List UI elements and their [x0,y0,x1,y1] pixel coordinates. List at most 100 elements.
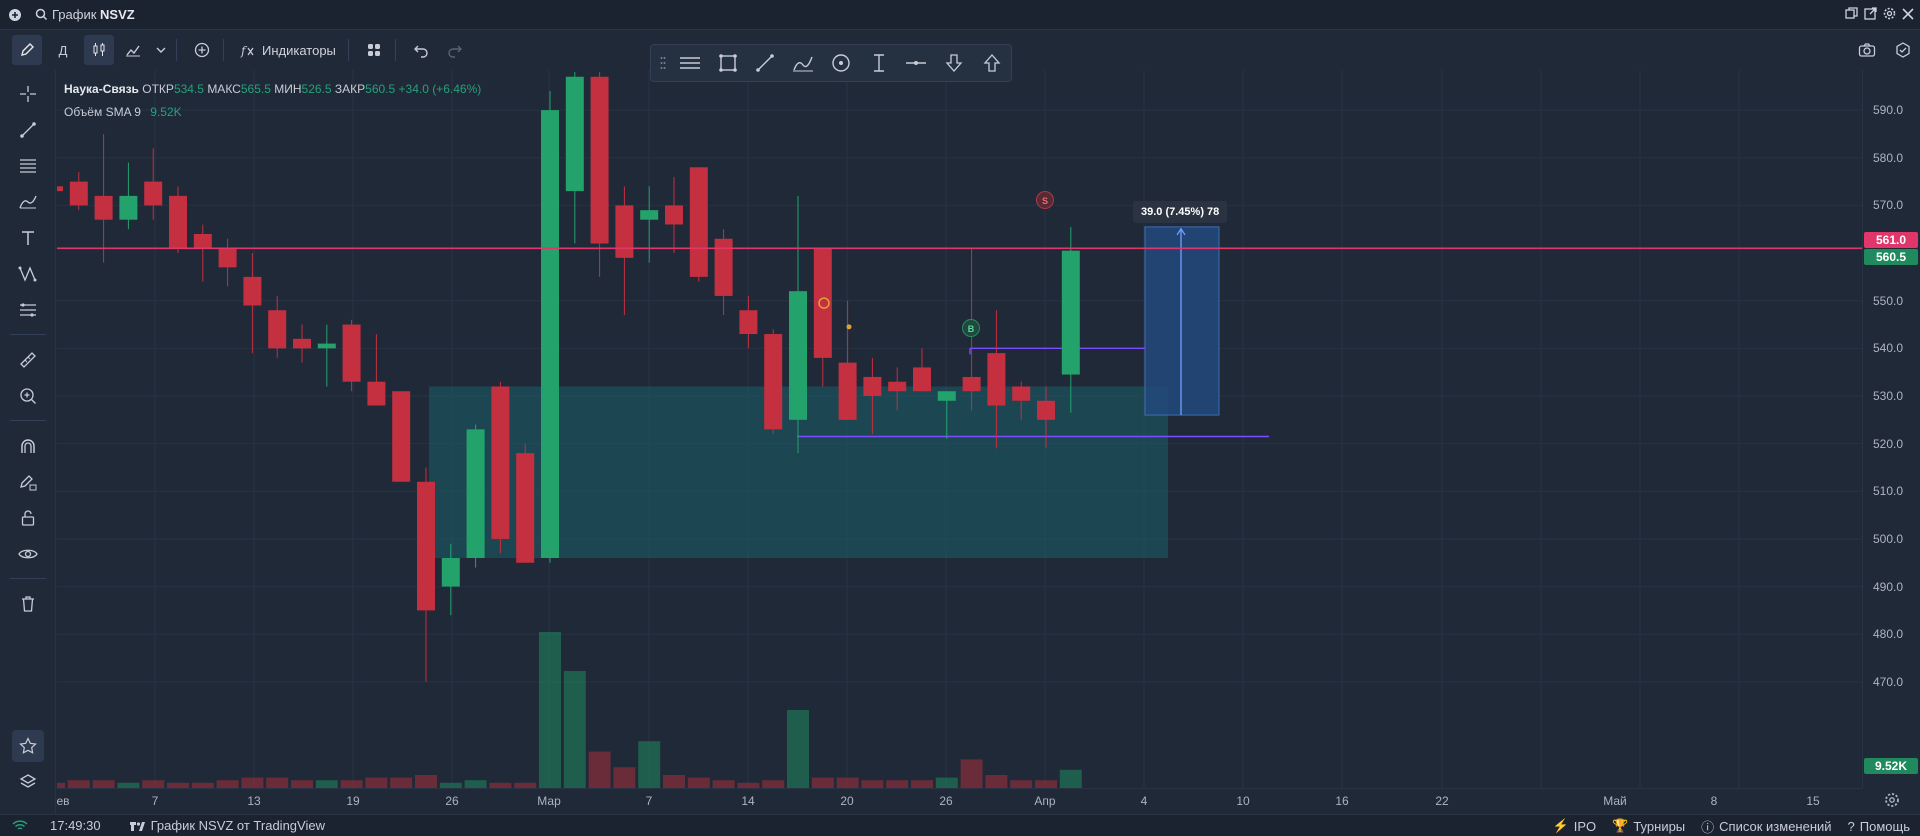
help-icon: ? [1847,818,1855,834]
volume-legend-row[interactable]: Объём SMA 9 9.52K [64,101,481,124]
popout-icon[interactable] [1864,7,1877,23]
candle-body [218,248,237,268]
zoom-in-icon[interactable] [12,380,44,412]
sell-marker[interactable]: S [1036,191,1054,209]
volume-bar [340,780,363,788]
restore-icon[interactable] [1845,7,1858,23]
alert-dot [846,324,852,330]
volume-bar [142,780,165,788]
volume-tag[interactable]: 9.52K [1864,758,1918,774]
toolbar-divider [223,39,224,61]
arrow-up-icon[interactable] [973,46,1011,80]
redo-icon[interactable] [440,35,470,65]
candle-body [1037,400,1055,420]
clock-time: 17:49:30 [50,818,101,833]
buy-marker[interactable]: B [962,319,980,337]
price-axis[interactable]: 590.0 580.0 570.0 550.0 540.0 530.0 520.0 510.0… [1862,70,1920,788]
time-axis-label: 10 [1236,794,1250,808]
time-axis-label: 8 [1710,794,1718,808]
add-tab-icon[interactable] [0,0,30,30]
candle-body [764,334,783,430]
price-axis-label: 580.0 [1873,150,1904,165]
time-axis-label: 16 [1335,794,1349,808]
title-symbol[interactable]: NSVZ [100,7,135,22]
volume-bar [539,632,561,788]
lock-drawing-icon[interactable] [12,466,44,498]
layers-icon[interactable] [12,766,44,798]
tradingview-credit[interactable]: График NSVZ от TradingView [151,818,325,833]
prediction-icon[interactable] [12,294,44,326]
rectangle-icon[interactable] [709,46,747,80]
trend-line-icon[interactable] [12,114,44,146]
undo-icon[interactable] [406,35,436,65]
time-axis[interactable]: ев 7 13 19 26 Мар 7 14 20 26 Апр 4 10 16 22 Май 8 15 [56,788,1862,814]
price-range-icon[interactable] [860,46,898,80]
fib-retracement-icon[interactable] [12,150,44,182]
compare-plus-icon[interactable] [187,35,217,65]
toolbar-divider [347,39,349,61]
volume-bar [1010,780,1033,788]
eye-icon[interactable] [12,538,44,570]
lock-icon[interactable] [12,502,44,534]
search-icon[interactable] [30,0,52,30]
indicators-button[interactable]: f Индикаторы [234,35,342,65]
symbol-name[interactable]: Наука-Связь [64,82,139,96]
ipo-label: IPO [1573,818,1597,834]
brush-icon[interactable] [12,186,44,218]
volume-bar [663,775,685,788]
price-line-tag[interactable]: 561.0 [1864,232,1918,249]
candle-body [937,391,956,401]
ipo-link[interactable]: ⚡ IPO [1553,818,1597,834]
time-axis-label: 19 [346,794,360,808]
drag-handle-icon[interactable] [655,46,671,80]
publish-icon[interactable] [1888,35,1918,65]
candle-body [491,386,510,539]
status-bar: 17:49:30 График NSVZ от TradingView ⚡ IPO… [0,814,1920,836]
interval-button[interactable]: Д [46,35,80,65]
pen-path-icon[interactable] [784,46,822,80]
time-axis-label: 15 [1806,794,1820,808]
tournaments-link[interactable]: 🏆 Турниры [1612,818,1685,834]
pattern-icon[interactable] [12,258,44,290]
target-icon[interactable] [822,46,860,80]
close-icon[interactable] [1902,7,1914,23]
volume-bar [712,780,735,788]
chart-svg[interactable] [57,70,1862,788]
candle-body [144,181,163,206]
layouts-grid-icon[interactable] [359,35,389,65]
horizontal-ray-icon[interactable] [898,46,936,80]
favorites-star-icon[interactable] [12,730,44,762]
volume-bar [92,780,115,788]
crosshair-icon[interactable] [12,78,44,110]
draw-mode-button[interactable] [12,35,42,65]
toolbar-divider [394,39,396,61]
changelog-link[interactable]: ⓘ Список изменений [1701,817,1831,836]
volume-bar [464,780,487,788]
arrow-down-icon[interactable] [935,46,973,80]
chart-pane[interactable] [57,70,1862,788]
last-price-tag[interactable]: 560.5 [1864,249,1918,266]
volume-label: Объём SMA 9 [64,105,141,119]
help-link[interactable]: ? Помощь [1848,819,1910,834]
tradingview-logo-icon[interactable] [129,820,145,832]
magnet-icon[interactable] [12,430,44,462]
volume-bar [415,775,437,788]
position-tool-label[interactable]: 39.0 (7.45%) 78 [1133,201,1228,223]
ruler-icon[interactable] [12,344,44,376]
chevron-down-icon[interactable] [152,35,170,65]
camera-icon[interactable] [1852,35,1882,65]
line-tool-icon[interactable] [746,46,784,80]
high-value: 565.5 [240,82,271,96]
trash-icon[interactable] [12,588,44,620]
chart-type-icon[interactable] [118,35,148,65]
time-axis-label: 26 [939,794,953,808]
candles-style-button[interactable] [84,35,114,65]
time-axis-settings-icon[interactable] [1884,792,1900,811]
text-tool-icon[interactable] [12,222,44,254]
ohlc-legend-row[interactable]: Наука-Связь ОТКР534.5 МАКС565.5 МИН526.5… [64,78,481,101]
settings-icon[interactable] [1883,7,1896,23]
candle-body [615,205,634,258]
toolbar-divider [176,39,177,61]
open-value: 534.5 [173,82,204,96]
horizontal-lines-icon[interactable] [671,46,709,80]
